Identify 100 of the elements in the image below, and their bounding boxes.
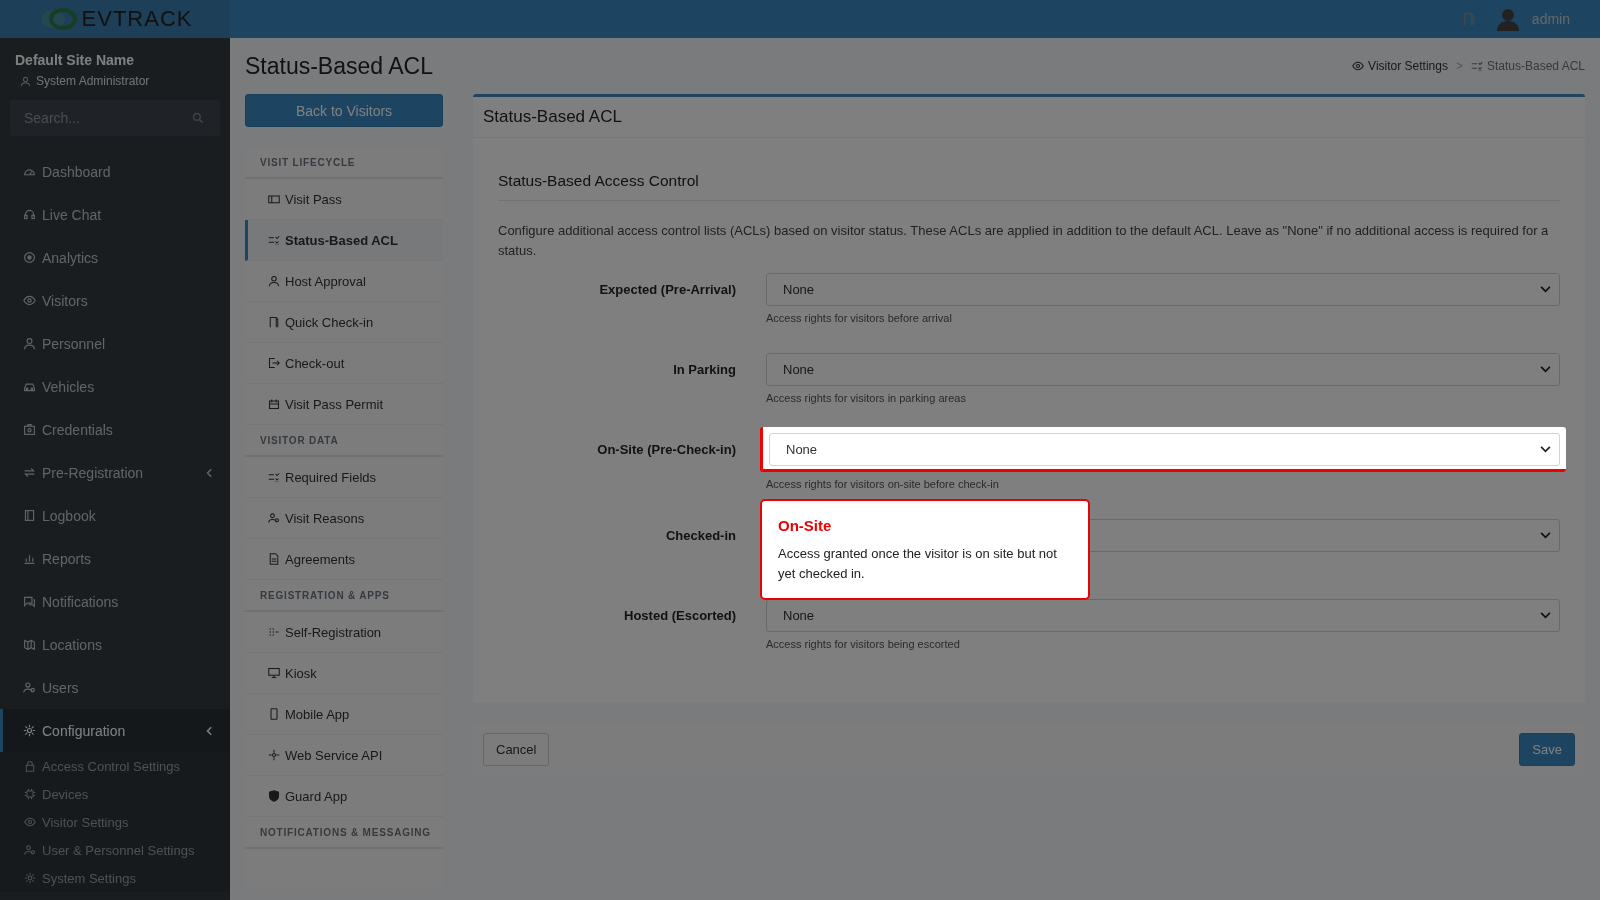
select-field[interactable]: None <box>769 433 1560 466</box>
menu-item[interactable]: Pre-Registration <box>0 451 230 494</box>
back-button[interactable]: Back to Visitors <box>245 94 443 127</box>
dropdown-icon <box>1540 612 1551 619</box>
settings-nav-item[interactable]: Status-Based ACL <box>245 220 443 261</box>
person-icon <box>23 337 36 350</box>
menu-item[interactable]: Analytics <box>0 236 230 279</box>
badge-icon <box>23 423 36 436</box>
target-icon <box>23 251 36 264</box>
menu-item[interactable]: Visitors <box>0 279 230 322</box>
menu-item[interactable]: Live Chat <box>0 193 230 236</box>
menu-item[interactable]: Logbook <box>0 494 230 537</box>
gear-icon <box>24 872 36 884</box>
field-label: Checked-in <box>664 527 736 545</box>
gear-icon <box>23 724 36 737</box>
section-heading: VISITOR DATA <box>245 425 443 457</box>
person-icon <box>20 75 31 87</box>
field-hint: Access rights for visitors on-site before check-in <box>766 478 1000 492</box>
users-icon <box>24 844 36 856</box>
breadcrumb-separator: > <box>1455 59 1463 73</box>
user-name[interactable]: admin <box>1531 11 1570 27</box>
door-icon[interactable] <box>1461 12 1476 26</box>
card-title: Status-Based ACL <box>473 97 1585 138</box>
settings-nav-item[interactable]: Required Fields <box>245 457 443 498</box>
logout-icon <box>268 357 280 369</box>
book-icon <box>23 509 36 522</box>
page-title: Status-Based ACL <box>245 52 433 80</box>
settings-nav-item[interactable]: Visit Reasons <box>245 498 443 539</box>
shield-icon <box>268 790 280 802</box>
eye-icon <box>1352 60 1365 72</box>
dots-icon <box>268 626 280 638</box>
menu-item[interactable]: Users <box>0 666 230 709</box>
arrows-icon <box>23 466 36 479</box>
settings-nav-item[interactable]: Self-Registration <box>245 612 443 653</box>
site-name: Default Site Name <box>14 52 136 68</box>
menu-item[interactable]: Dashboard <box>0 150 230 193</box>
select-field[interactable]: None <box>766 599 1560 632</box>
field-label: Expected (Pre-Arrival) <box>598 281 736 299</box>
settings-nav-item[interactable]: Guard App <box>245 776 443 817</box>
settings-nav-item[interactable]: Visit Pass Permit <box>245 384 443 425</box>
settings-nav-item[interactable]: Kiosk <box>245 653 443 694</box>
tooltip-title: On-Site <box>778 517 833 534</box>
settings-nav-item[interactable]: Mobile App <box>245 694 443 735</box>
checklist-icon <box>1470 60 1483 72</box>
chip-icon <box>24 788 36 800</box>
dropdown-icon <box>1540 286 1551 293</box>
save-button[interactable]: Save <box>1519 733 1575 766</box>
phone-icon <box>268 708 280 720</box>
monitor-icon <box>268 667 280 679</box>
breadcrumb-link[interactable]: Status-Based ACL <box>1470 59 1585 73</box>
section-title: Status-Based Access Control <box>498 172 1560 201</box>
menu-item[interactable]: Reports <box>0 537 230 580</box>
eye-icon <box>23 294 36 307</box>
doc-icon <box>268 553 280 565</box>
chart-icon <box>23 552 36 565</box>
person-icon <box>268 275 280 287</box>
dropdown-icon <box>1540 366 1551 373</box>
select-field[interactable]: None <box>766 353 1560 386</box>
menu-item[interactable]: Notifications <box>0 580 230 623</box>
checklist-icon <box>268 234 280 246</box>
field-hint: Access rights for visitors being escorted <box>766 638 961 652</box>
cancel-button[interactable]: Cancel <box>483 733 550 766</box>
settings-nav-item[interactable]: Agreements <box>245 539 443 580</box>
settings-nav-item[interactable]: Check-out <box>245 343 443 384</box>
avatar-icon[interactable] <box>1495 7 1520 31</box>
eye-icon <box>24 816 36 828</box>
door-icon <box>268 316 280 328</box>
field-label: Hosted (Escorted) <box>623 607 736 625</box>
settings-nav-item[interactable]: Web Service API <box>245 735 443 776</box>
network-icon <box>268 749 280 761</box>
tooltip-text: Access granted once the visitor is on site but not yet checked in. <box>778 545 1058 583</box>
ticket-icon <box>268 193 280 205</box>
menu-item[interactable]: Credentials <box>0 408 230 451</box>
menu-item[interactable]: Configuration <box>0 709 230 752</box>
menu-item[interactable]: Locations <box>0 623 230 666</box>
map-icon <box>23 638 36 651</box>
breadcrumb-link[interactable]: Visitor Settings <box>1352 59 1448 73</box>
users-icon <box>23 681 36 694</box>
checklist-icon <box>268 471 280 483</box>
users-icon <box>268 512 280 524</box>
field-hint: Access rights for visitors before arrival <box>766 312 953 326</box>
description-text: Configure additional access control lists (ACLs) based on visitor status. These ACLs are applied in addition to the default ACL. Leave as "None" if no additional access is required for a status. <box>498 222 1550 260</box>
section-heading: VISIT LIFECYCLE <box>245 147 443 179</box>
menu-item[interactable]: Personnel <box>0 322 230 365</box>
settings-nav-item[interactable]: Quick Check-in <box>245 302 443 343</box>
menu-item[interactable]: Vehicles <box>0 365 230 408</box>
dropdown-icon <box>1540 446 1551 453</box>
calendar-icon <box>268 398 280 410</box>
field-label: In Parking <box>672 361 736 379</box>
select-field[interactable]: None <box>766 273 1560 306</box>
field-label: On-Site (Pre-Check-in) <box>596 441 736 459</box>
headset-icon <box>23 208 36 221</box>
user-role: System Administrator <box>36 74 150 88</box>
chat-icon <box>23 595 36 608</box>
search-icon[interactable] <box>192 112 204 124</box>
dropdown-icon <box>1540 532 1551 539</box>
car-icon <box>23 380 36 393</box>
logo-text: EVTRACK <box>81 6 193 32</box>
lock-icon <box>24 760 36 772</box>
settings-nav-item[interactable]: Host Approval <box>245 261 443 302</box>
